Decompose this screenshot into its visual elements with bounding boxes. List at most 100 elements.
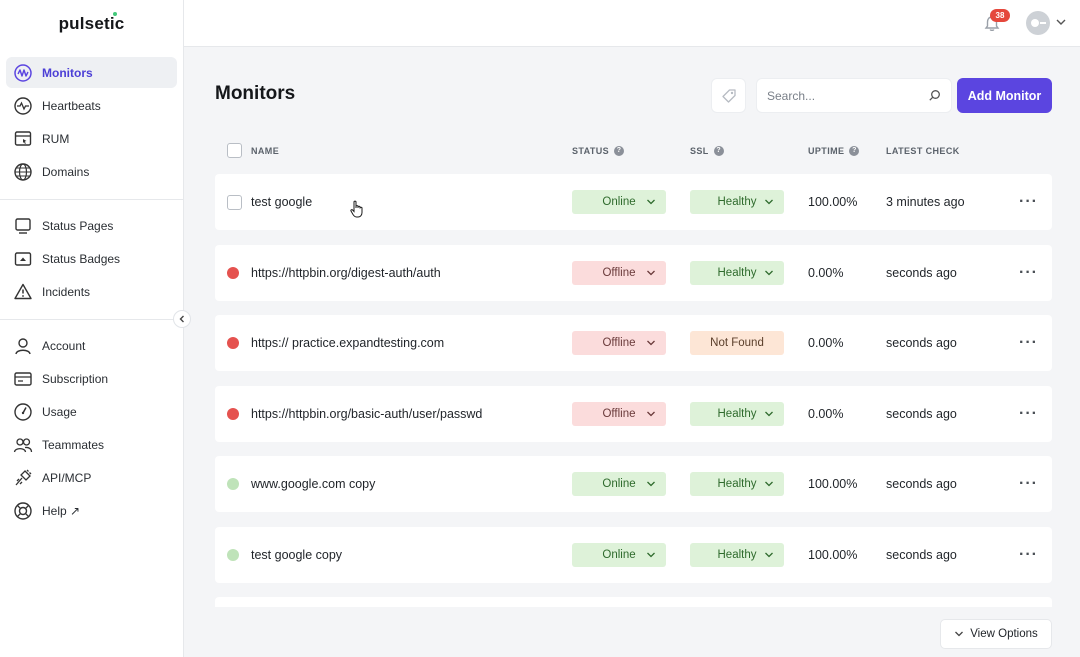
chevron-down-icon	[765, 199, 773, 205]
sidebar-item-status-pages[interactable]: Status Pages	[6, 210, 177, 241]
sidebar-nav: Monitors Heartbeats RUM Domains Status Pages…	[0, 47, 183, 538]
more-options-icon[interactable]: ···	[1019, 546, 1038, 564]
status-label: Online	[602, 548, 636, 561]
chevron-down-icon	[647, 270, 655, 275]
uptime-value: 100.00%	[808, 547, 858, 562]
header-name: NAME	[251, 145, 280, 156]
help-icon[interactable]: ?	[614, 145, 625, 156]
chevron-down-icon	[647, 552, 655, 557]
logo-text: pulsetic	[58, 13, 125, 33]
sidebar-item-account[interactable]: Account	[6, 330, 177, 361]
sidebar-item-heartbeats[interactable]: Heartbeats	[6, 90, 177, 121]
table-row[interactable]: https://httpbin.org/digest-auth/auth Offl…	[215, 244, 1052, 301]
status-dot	[227, 266, 239, 279]
table-row[interactable]: test google copy Online Healthy 100.00% seco…	[215, 526, 1052, 583]
sidebar-item-monitors[interactable]: Monitors	[6, 57, 177, 88]
monitor-name[interactable]: test google	[251, 195, 312, 209]
search-input[interactable]	[767, 88, 928, 103]
page-header: Monitors Add Monitor	[215, 47, 1052, 147]
chevron-down-icon	[647, 340, 655, 346]
more-options-icon[interactable]: ···	[1019, 334, 1038, 352]
more-options-icon[interactable]: ···	[1019, 193, 1038, 211]
sidebar-item-usage[interactable]: Usage	[6, 396, 177, 427]
uptime-value: 0.00%	[808, 336, 844, 350]
latest-check-value: seconds ago	[886, 477, 957, 491]
table-row[interactable]: www.google.com copy Online Healthy 100.00% s…	[215, 456, 1052, 512]
sidebar-item-label: Domains	[42, 164, 90, 179]
chevron-down-icon	[647, 481, 655, 487]
sidebar-item-help[interactable]: Help ↗	[6, 495, 177, 526]
ssl-dropdown[interactable]: Healthy	[690, 542, 784, 567]
more-options-icon[interactable]: ···	[1019, 405, 1038, 423]
view-options-button[interactable]: View Options	[940, 619, 1052, 649]
nav-group: Account Subscription Usage Teammates API/MCP…	[0, 320, 183, 538]
sidebar-item-label: Status Pages	[42, 218, 114, 233]
table-row[interactable]: https://httpbin.org/basic-auth/user/pass…	[215, 385, 1052, 442]
chevron-down-icon[interactable]	[1055, 16, 1067, 28]
status-dot	[227, 548, 239, 561]
latest-check-value: seconds ago	[886, 336, 957, 350]
sidebar-item-rum[interactable]: RUM	[6, 123, 177, 154]
sidebar-item-label: Account	[42, 338, 86, 353]
chevron-down-icon	[955, 631, 964, 637]
ssl-dropdown[interactable]: Healthy	[690, 401, 784, 426]
status-dot	[227, 478, 239, 490]
status-dropdown[interactable]: Offline	[572, 260, 666, 285]
ssl-dropdown[interactable]: Not Found	[690, 331, 784, 355]
monitor-name[interactable]: https:// practice.expandtesting.com	[251, 336, 444, 350]
help-icon[interactable]: ?	[713, 145, 724, 156]
uptime-value: 100.00%	[808, 477, 858, 491]
more-options-icon[interactable]: ···	[1019, 475, 1038, 493]
sidebar-item-subscription[interactable]: Subscription	[6, 363, 177, 394]
row-checkbox[interactable]	[227, 194, 242, 210]
monitor-name[interactable]: https://httpbin.org/digest-auth/auth	[251, 266, 441, 280]
add-monitor-button[interactable]: Add Monitor	[957, 78, 1052, 113]
sidebar-item-domains[interactable]: Domains	[6, 156, 177, 187]
sidebar-item-api-mcp[interactable]: API/MCP	[6, 462, 177, 493]
table-row[interactable]: test google Online Healthy 100.00% 3 minutes…	[215, 174, 1052, 230]
help-icon[interactable]: ?	[849, 145, 860, 156]
monitor-name[interactable]: www.google.com copy	[251, 477, 375, 491]
sidebar-item-label: RUM	[42, 131, 70, 146]
status-dropdown[interactable]: Online	[572, 190, 666, 214]
sidebar-item-label: Subscription	[42, 371, 109, 386]
table-row-partial	[215, 597, 1052, 607]
sidebar-item-label: Help ↗	[42, 503, 81, 518]
more-options-icon[interactable]: ···	[1019, 264, 1038, 282]
latest-check-value: 3 minutes ago	[886, 195, 965, 209]
ssl-label: Healthy	[717, 266, 757, 279]
warning-icon	[13, 282, 33, 302]
status-badge-icon	[13, 249, 33, 269]
monitor-name[interactable]: test google copy	[251, 548, 342, 562]
ssl-dropdown[interactable]: Healthy	[690, 260, 784, 285]
notification-badge: 38	[990, 9, 1010, 22]
ssl-dropdown[interactable]: Healthy	[690, 472, 784, 496]
ssl-dropdown[interactable]: Healthy	[690, 190, 784, 214]
tag-filter-button[interactable]	[711, 78, 746, 113]
select-all-checkbox[interactable]	[227, 143, 242, 158]
sidebar-item-status-badges[interactable]: Status Badges	[6, 243, 177, 274]
table-row[interactable]: https:// practice.expandtesting.com Offli…	[215, 315, 1052, 371]
status-dropdown[interactable]: Offline	[572, 401, 666, 426]
chevron-down-icon	[765, 411, 773, 416]
app-logo[interactable]: pulsetic	[0, 0, 183, 47]
uptime-value: 100.00%	[808, 195, 858, 209]
user-avatar-icon	[1031, 19, 1046, 27]
status-dropdown[interactable]: Offline	[572, 331, 666, 355]
table-header: NAME STATUS? SSL? UPTIME? LATEST CHECK	[215, 143, 1052, 174]
tag-icon	[721, 88, 736, 103]
plug-icon	[13, 468, 33, 488]
monitor-name[interactable]: https://httpbin.org/basic-auth/user/pass…	[251, 407, 482, 421]
team-icon	[13, 435, 33, 455]
header-uptime: UPTIME	[808, 145, 845, 156]
sidebar-item-label: Monitors	[42, 65, 93, 80]
sidebar-item-incidents[interactable]: Incidents	[6, 276, 177, 307]
status-dropdown[interactable]: Online	[572, 542, 666, 567]
status-dropdown[interactable]: Online	[572, 472, 666, 496]
sidebar-item-teammates[interactable]: Teammates	[6, 429, 177, 460]
search-icon[interactable]	[928, 89, 941, 102]
status-page-icon	[13, 216, 33, 236]
ssl-label: Healthy	[717, 407, 757, 420]
avatar[interactable]	[1026, 11, 1050, 35]
latest-check-value: seconds ago	[886, 406, 957, 421]
